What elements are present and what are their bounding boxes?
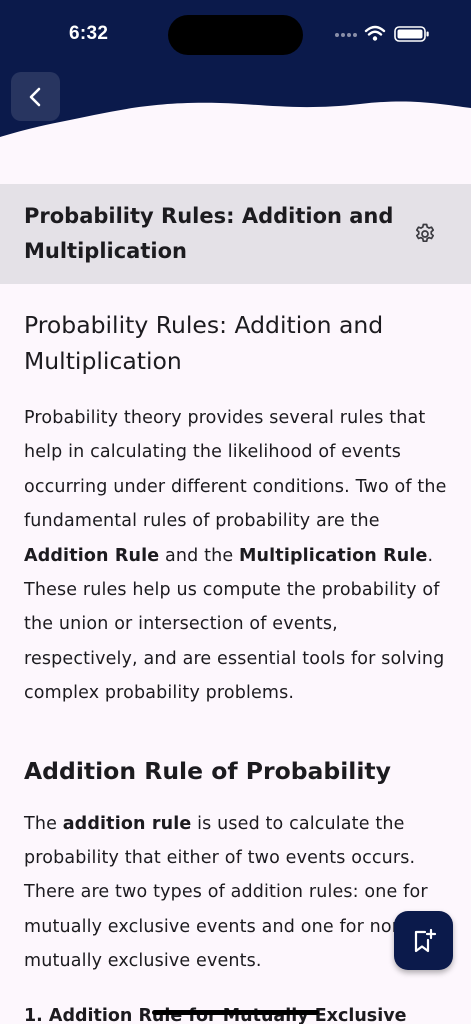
toolbar-title: Probability Rules: Addition and Multipli… [24, 204, 394, 263]
cellular-signal-icon [335, 33, 357, 37]
status-bar: 6:32 [0, 0, 471, 70]
chevron-left-icon [29, 87, 40, 106]
dynamic-island [168, 15, 303, 55]
battery-icon [394, 26, 429, 42]
wifi-icon [364, 25, 386, 36]
bookmark-add-icon [414, 928, 436, 952]
back-button[interactable] [11, 72, 60, 121]
article-content: Probability Rules: Addition and Multipli… [24, 307, 454, 1024]
article-heading: Probability Rules: Addition and Multipli… [24, 311, 384, 375]
add-bookmark-button[interactable] [394, 911, 453, 970]
home-indicator [152, 1010, 319, 1015]
status-time: 6:32 [69, 23, 109, 44]
addition-rule-paragraph: The addition rule is used to calculate t… [24, 813, 428, 972]
status-icons [335, 25, 429, 42]
intro-paragraph: Probability theory provides several rule… [24, 408, 447, 704]
section-heading-addition-rule: Addition Rule of Probability [24, 756, 391, 785]
settings-button[interactable] [411, 220, 439, 248]
gear-icon [415, 223, 435, 243]
